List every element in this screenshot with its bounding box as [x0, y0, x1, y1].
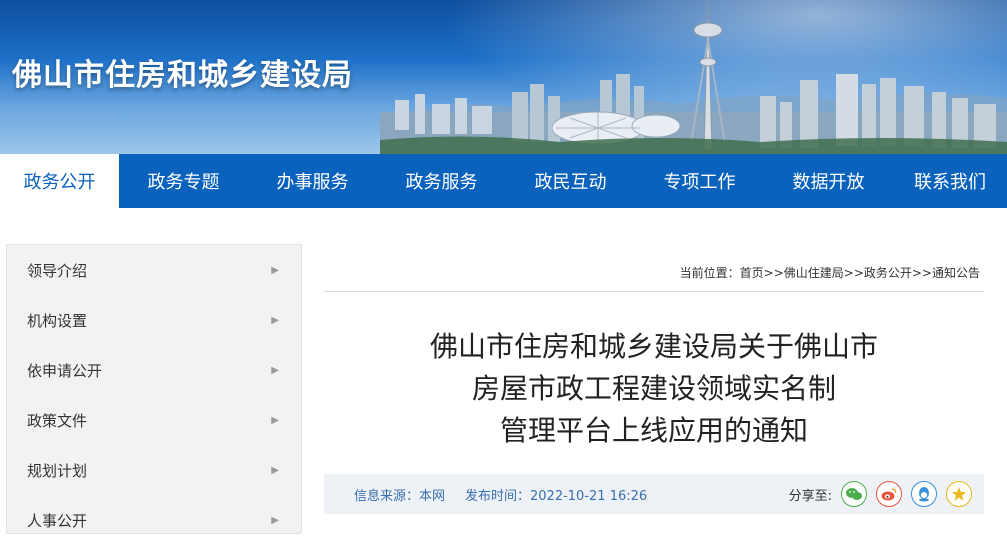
nav-item-zhengwu-zhuanti[interactable]: 政务专题	[119, 154, 248, 208]
sidebar-item-label: 政策文件	[27, 411, 88, 430]
weibo-icon	[881, 488, 897, 501]
sidebar-item-renshi[interactable]: 人事公开 ▶	[7, 495, 301, 545]
sidebar-item-yishenqing[interactable]: 依申请公开 ▶	[7, 345, 301, 395]
site-title: 佛山市住房和城乡建设局	[12, 58, 353, 93]
nav-item-shuju-kaifang[interactable]: 数据开放	[764, 154, 893, 208]
sidebar-item-label: 人事公开	[27, 511, 88, 530]
info-source: 信息来源：本网	[354, 488, 446, 504]
nav-item-banshi-fuwu[interactable]: 办事服务	[248, 154, 377, 208]
wechat-share-button[interactable]	[841, 481, 867, 507]
sidebar-item-jigou[interactable]: 机构设置 ▶	[7, 295, 301, 345]
nav-item-zhuanxiang-gongzuo[interactable]: 专项工作	[635, 154, 764, 208]
qzone-share-button[interactable]	[946, 481, 972, 507]
publish-time: 发布时间：2022-10-21 16:26	[465, 488, 648, 504]
chevron-right-icon: ▶	[271, 364, 279, 376]
header-banner: 佛山市住房和城乡建设局	[0, 0, 1007, 154]
wechat-icon	[846, 488, 862, 500]
chevron-right-icon: ▶	[271, 464, 279, 476]
share-label: 分享至:	[788, 488, 832, 504]
chevron-right-icon: ▶	[271, 264, 279, 276]
sidebar-item-lingdao[interactable]: 领导介绍 ▶	[7, 245, 301, 295]
sidebar-item-label: 领导介绍	[27, 261, 88, 280]
chevron-right-icon: ▶	[271, 314, 279, 326]
qq-icon	[919, 487, 929, 502]
sidebar-item-label: 规划计划	[27, 461, 88, 480]
chevron-right-icon: ▶	[271, 514, 279, 526]
sidebar-item-guihua[interactable]: 规划计划 ▶	[7, 445, 301, 495]
main-nav: 政务公开 政务专题 办事服务 政务服务 政民互动 专项工作 数据开放 联系我们	[0, 154, 1007, 208]
qzone-icon	[952, 487, 966, 501]
nav-item-zhengmin-hudong[interactable]: 政民互动	[506, 154, 635, 208]
article-title: 佛山市住房和城乡建设局关于佛山市 房屋市政工程建设领域实名制 管理平台上线应用的…	[324, 326, 984, 452]
nav-item-lianxi-women[interactable]: 联系我们	[893, 154, 1007, 208]
breadcrumb[interactable]: 当前位置：首页>>佛山住建局>>政务公开>>通知公告	[324, 264, 984, 292]
sidebar-item-label: 机构设置	[27, 311, 88, 330]
article-info-bar: 信息来源：本网 发布时间：2022-10-21 16:26 分享至:	[324, 474, 984, 514]
chevron-right-icon: ▶	[271, 414, 279, 426]
sidebar-item-zhengce[interactable]: 政策文件 ▶	[7, 395, 301, 445]
qq-share-button[interactable]	[911, 481, 937, 507]
share-group: 分享至:	[789, 481, 972, 507]
nav-item-zhengwu-gongkai[interactable]: 政务公开	[0, 154, 119, 208]
nav-item-zhengwu-fuwu[interactable]: 政务服务	[377, 154, 506, 208]
article-title-line: 房屋市政工程建设领域实名制	[471, 372, 836, 405]
article-title-line: 佛山市住房和城乡建设局关于佛山市	[429, 330, 878, 363]
article-title-line: 管理平台上线应用的通知	[499, 414, 808, 447]
sidebar-menu: 领导介绍 ▶ 机构设置 ▶ 依申请公开 ▶ 政策文件 ▶ 规划计划 ▶ 人事公开…	[6, 244, 302, 534]
weibo-share-button[interactable]	[876, 481, 902, 507]
sidebar-item-label: 依申请公开	[27, 361, 103, 380]
